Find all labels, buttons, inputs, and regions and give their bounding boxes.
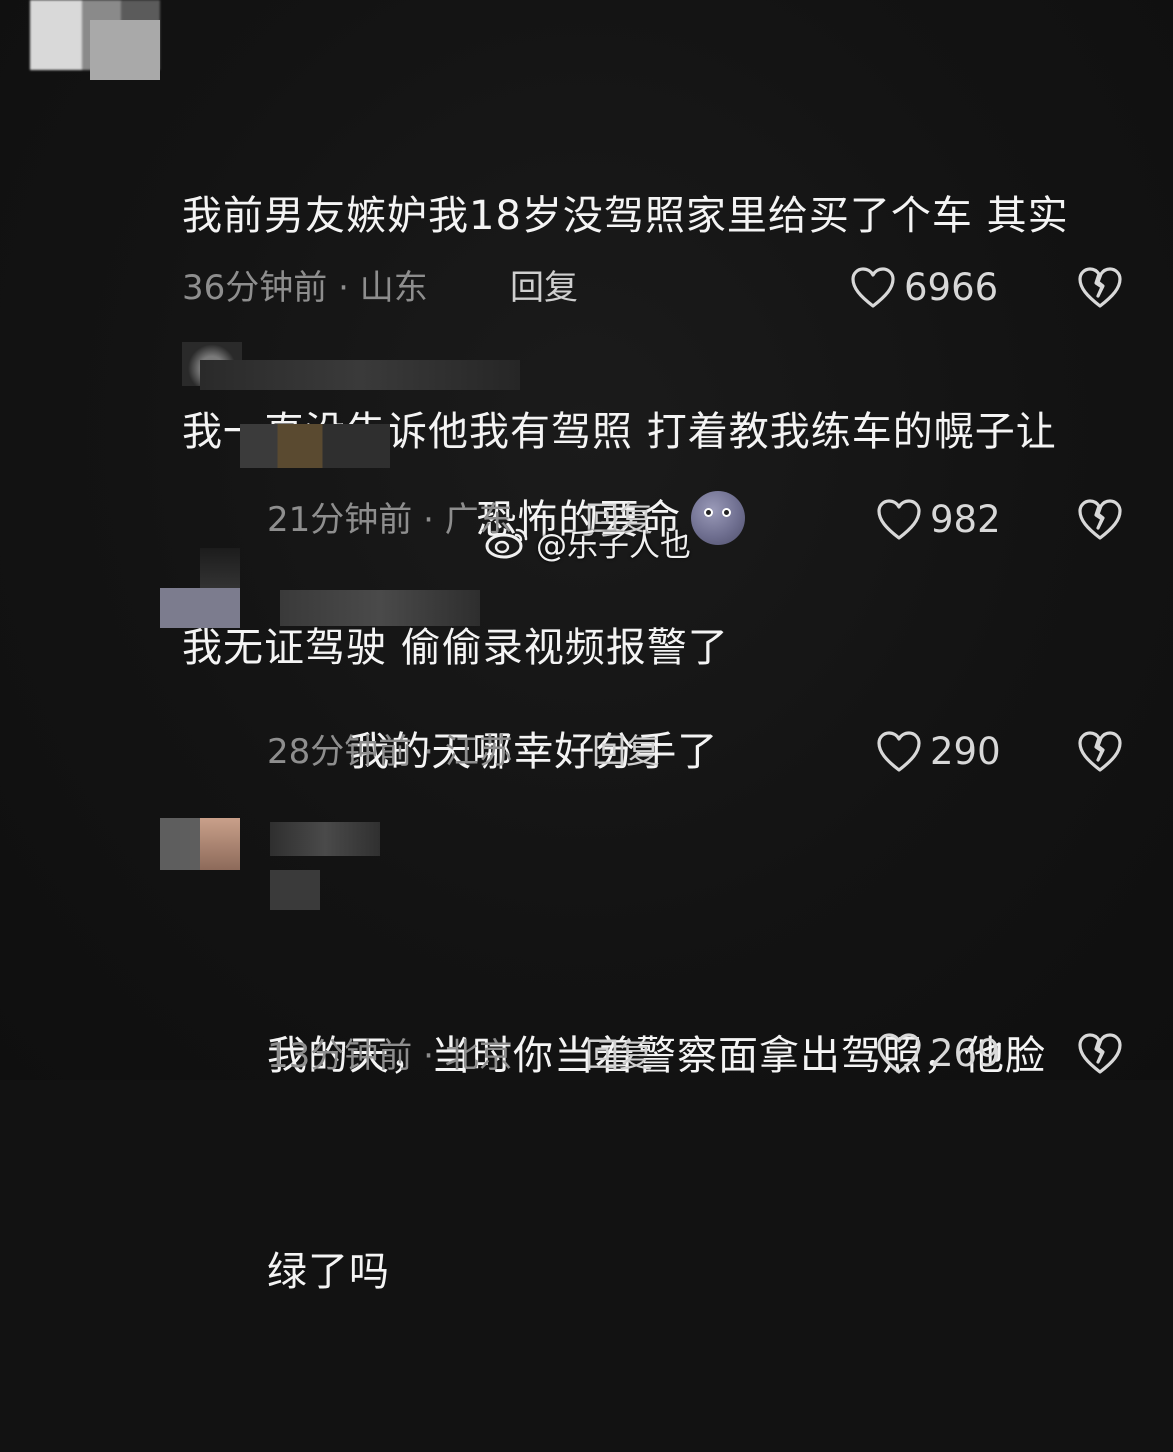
username-blurred bbox=[280, 590, 480, 626]
heart-icon bbox=[877, 731, 921, 772]
username-blurred bbox=[200, 360, 520, 390]
avatar[interactable] bbox=[160, 818, 200, 870]
like-button[interactable]: 982 bbox=[876, 496, 1001, 544]
weibo-icon bbox=[485, 528, 528, 559]
like-count: 6966 bbox=[904, 266, 999, 309]
comment-location: 北京 bbox=[444, 1036, 513, 1076]
comment-text: 我的天，当时你当着警察面拿出驾照，他脸 绿了吗 bbox=[267, 876, 1147, 1452]
meta-separator: · bbox=[423, 1036, 445, 1076]
comment-meta: 28分钟前 · 江苏 bbox=[267, 730, 513, 774]
comment-location: 山东 bbox=[359, 268, 428, 308]
reply-button[interactable]: 回复 bbox=[585, 1034, 653, 1078]
watermark-text: @乐子人也 bbox=[536, 527, 691, 564]
avatar bbox=[90, 20, 160, 80]
avatar bbox=[200, 548, 240, 588]
watermark: @乐子人也 bbox=[484, 520, 691, 564]
broken-heart-icon[interactable] bbox=[1076, 496, 1124, 544]
like-count: 269 bbox=[930, 1032, 1001, 1075]
avatar bbox=[200, 818, 240, 870]
heart-icon bbox=[877, 499, 921, 540]
comment-meta: 13分钟前 · 北京 bbox=[267, 1034, 513, 1078]
moon-face-emoji bbox=[691, 491, 746, 545]
username-blurred bbox=[270, 822, 380, 856]
comment-time: 28分钟前 bbox=[267, 732, 413, 772]
comment-list: 我前男友嫉妒我18岁没驾照家里给买了个车 其实 我一直没告诉他我有驾照 打着教我… bbox=[0, 0, 1173, 1295]
reply-button[interactable]: 回复 bbox=[592, 730, 660, 774]
comment-time: 13分钟前 bbox=[267, 1036, 413, 1076]
meta-separator: · bbox=[423, 500, 445, 540]
like-count: 290 bbox=[930, 730, 1001, 773]
comment-location: 江苏 bbox=[444, 732, 513, 772]
broken-heart-icon[interactable] bbox=[1076, 728, 1124, 776]
broken-heart-icon[interactable] bbox=[1076, 1030, 1124, 1078]
comment-time: 36分钟前 bbox=[182, 268, 328, 308]
like-button[interactable]: 6966 bbox=[850, 264, 998, 312]
heart-icon bbox=[877, 1033, 921, 1074]
comment-meta: 21分钟前 · 广东 bbox=[267, 498, 513, 542]
heart-icon bbox=[851, 267, 895, 308]
meta-separator: · bbox=[423, 732, 445, 772]
avatar[interactable] bbox=[160, 588, 240, 628]
comment-line: 绿了吗 bbox=[267, 1249, 390, 1295]
broken-heart-icon[interactable] bbox=[1076, 264, 1124, 312]
comment-line: 我前男友嫉妒我18岁没驾照家里给买了个车 其实 bbox=[182, 193, 1069, 239]
like-button[interactable]: 290 bbox=[876, 728, 1001, 776]
username-blurred bbox=[240, 424, 390, 468]
meta-separator: · bbox=[338, 268, 360, 308]
like-button[interactable]: 269 bbox=[876, 1030, 1001, 1078]
comment-time: 21分钟前 bbox=[267, 500, 413, 540]
like-count: 982 bbox=[930, 498, 1001, 541]
comment-meta: 36分钟前 · 山东 bbox=[182, 266, 428, 310]
reply-button[interactable]: 回复 bbox=[510, 266, 578, 310]
